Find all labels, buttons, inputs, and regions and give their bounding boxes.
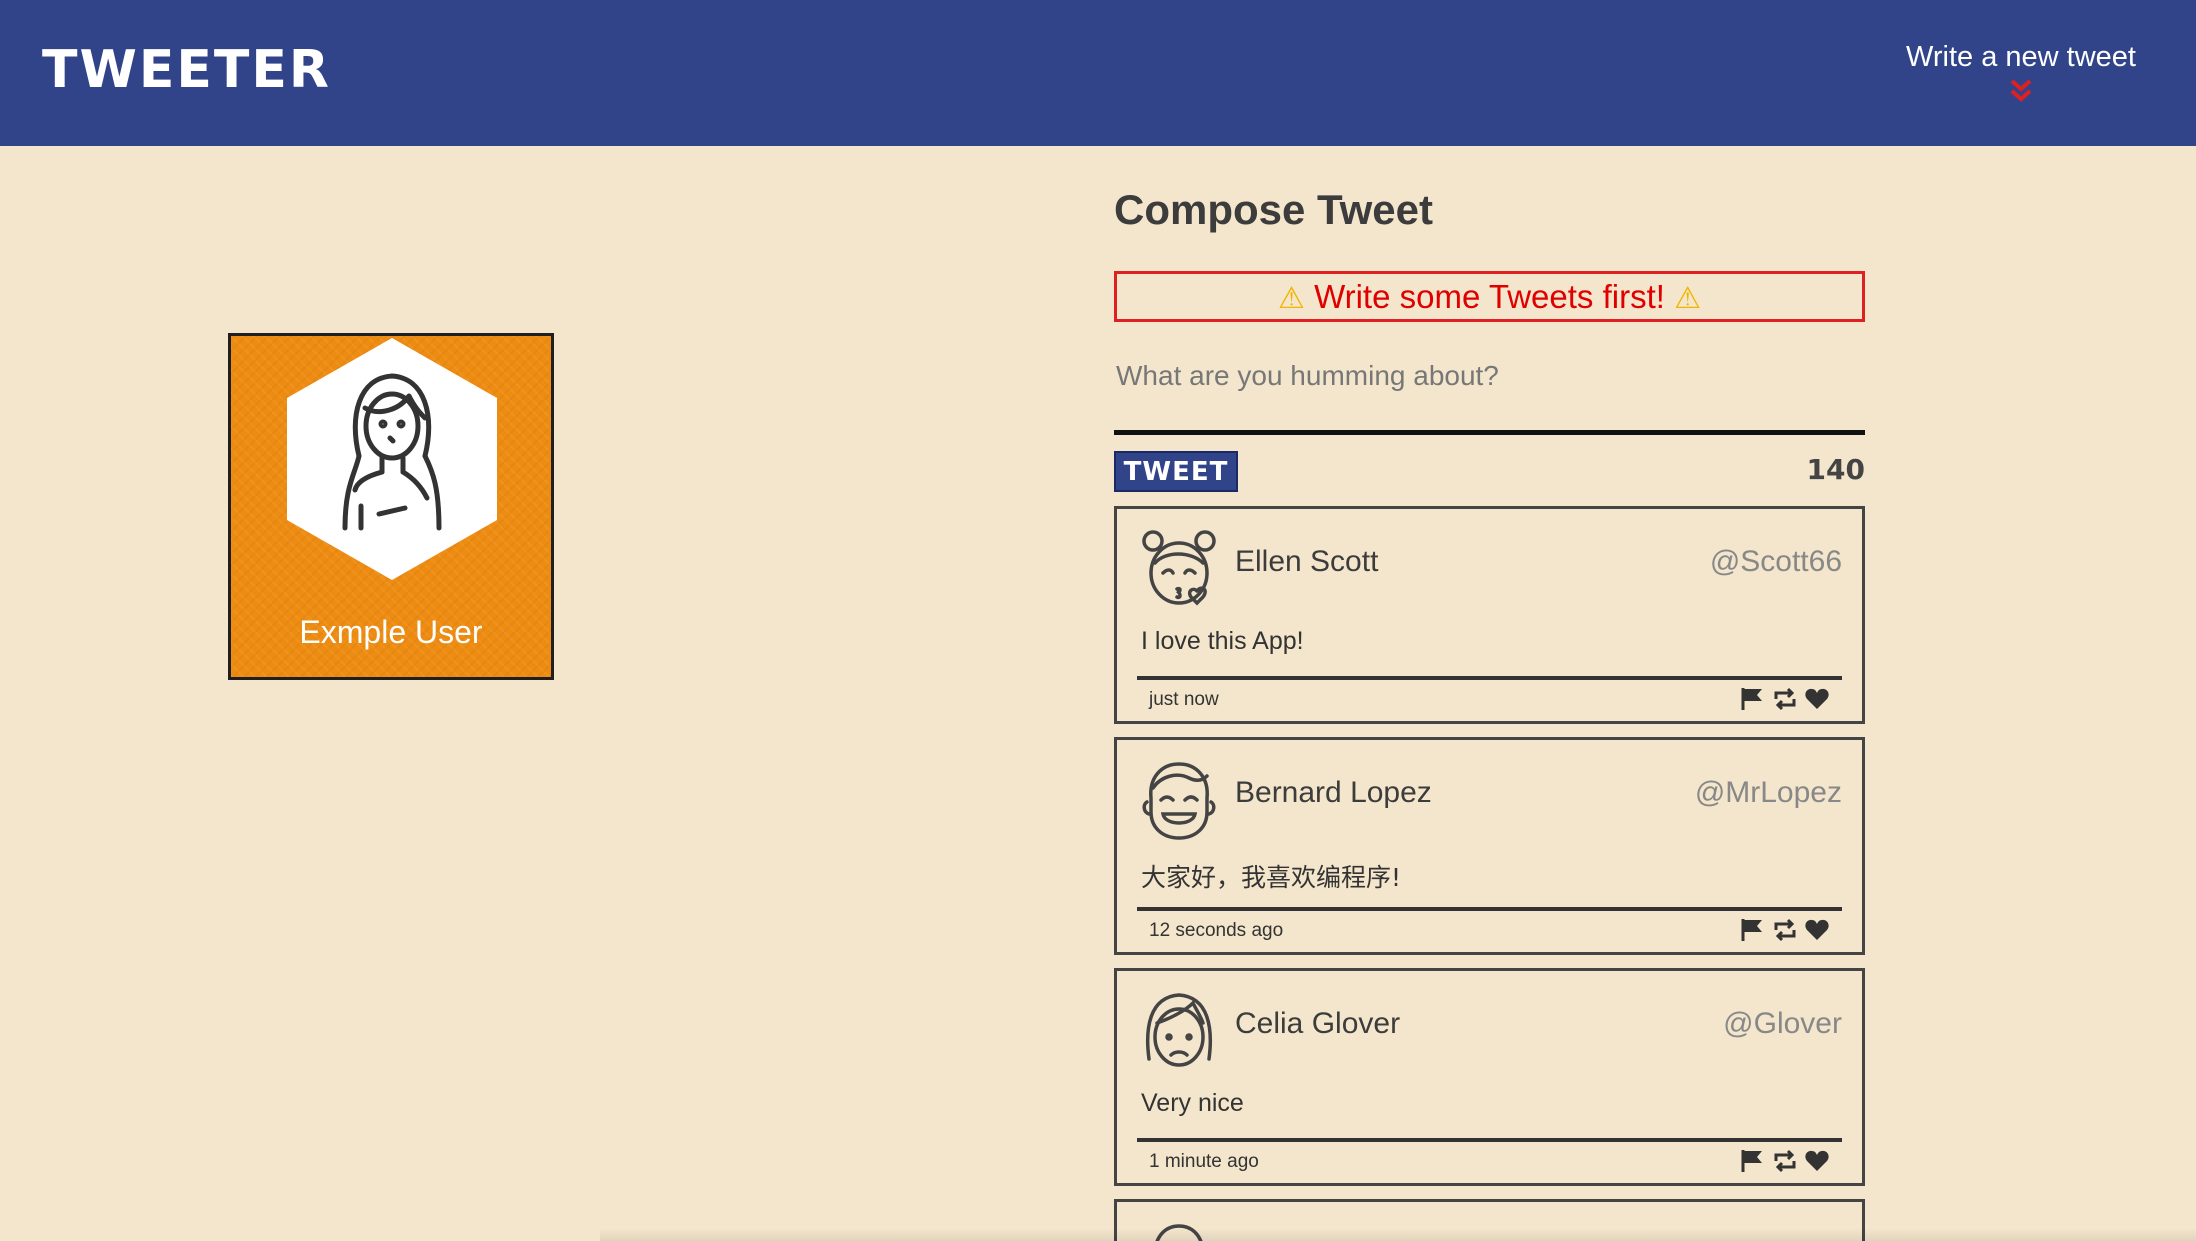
- heart-icon[interactable]: [1804, 1149, 1830, 1173]
- tweet-divider: [1137, 676, 1842, 680]
- tweet-author-name: Bernard Lopez: [1235, 776, 1432, 809]
- laughing-man-icon: [1142, 762, 1216, 840]
- sad-woman-icon: [1145, 993, 1213, 1067]
- tweet-card: Ellen Scott @Scott66 I love this App! ju…: [1114, 506, 1865, 724]
- heart-icon[interactable]: [1804, 687, 1830, 711]
- tweet-author-handle: @Scott66: [1709, 545, 1842, 578]
- tweet-card: Bernard Lopez @MrLopez 大家好，我喜欢编程序! 12 se…: [1114, 737, 1865, 955]
- tweet-timestamp: 12 seconds ago: [1149, 920, 1284, 941]
- app-logo[interactable]: TWEETER: [42, 40, 331, 100]
- tweet-author-handle: @Glover: [1723, 1007, 1842, 1040]
- write-new-tweet-link[interactable]: Write a new tweet: [1891, 36, 2151, 116]
- heart-icon[interactable]: [1804, 918, 1830, 942]
- profile-name: Exmple User: [299, 614, 483, 650]
- tweet-divider: [1137, 907, 1842, 911]
- profile-card: Exmple User: [228, 333, 554, 680]
- tweet-author-name: Ellen Scott: [1235, 545, 1379, 578]
- top-navbar: TWEETER Write a new tweet: [0, 0, 2196, 146]
- bottom-shadow: [600, 1228, 2196, 1241]
- warning-icon: ⚠: [1674, 282, 1702, 315]
- character-counter: 140: [1806, 453, 1865, 486]
- profile-avatar: [287, 338, 497, 580]
- tweet-actions: [1740, 1149, 1830, 1173]
- retweet-icon[interactable]: [1772, 918, 1798, 942]
- retweet-icon[interactable]: [1772, 687, 1798, 711]
- tweet-author-handle: @MrLopez: [1694, 776, 1842, 809]
- tweet-divider: [1137, 1138, 1842, 1142]
- tweet-actions: [1740, 918, 1830, 942]
- write-new-tweet-label[interactable]: Write a new tweet: [1891, 36, 2151, 78]
- double-chevron-down-icon[interactable]: [2008, 78, 2034, 104]
- tweet-actions: [1740, 687, 1830, 711]
- error-message: ⚠ Write some Tweets first! ⚠: [1114, 271, 1865, 322]
- tweet-text: I love this App!: [1141, 627, 1304, 655]
- error-text: Write some Tweets first!: [1314, 278, 1665, 315]
- flag-icon[interactable]: [1740, 918, 1766, 942]
- tweet-text: Very nice: [1141, 1089, 1244, 1117]
- tweet-timestamp: just now: [1149, 689, 1219, 710]
- flag-icon[interactable]: [1740, 687, 1766, 711]
- tweet-text: 大家好，我喜欢编程序!: [1141, 863, 1402, 892]
- kissing-girl-icon: [1142, 530, 1216, 606]
- tweet-textarea[interactable]: [1114, 350, 1865, 435]
- compose-title: Compose Tweet: [1114, 186, 1433, 233]
- tweet-card: Celia Glover @Glover Very nice 1 minute …: [1114, 968, 1865, 1186]
- warning-icon: ⚠: [1277, 282, 1305, 315]
- retweet-icon[interactable]: [1772, 1149, 1798, 1173]
- tweet-submit-button[interactable]: TWEET: [1114, 451, 1238, 492]
- tweet-author-name: Celia Glover: [1235, 1007, 1401, 1040]
- tweet-timestamp: 1 minute ago: [1149, 1151, 1259, 1172]
- flag-icon[interactable]: [1740, 1149, 1766, 1173]
